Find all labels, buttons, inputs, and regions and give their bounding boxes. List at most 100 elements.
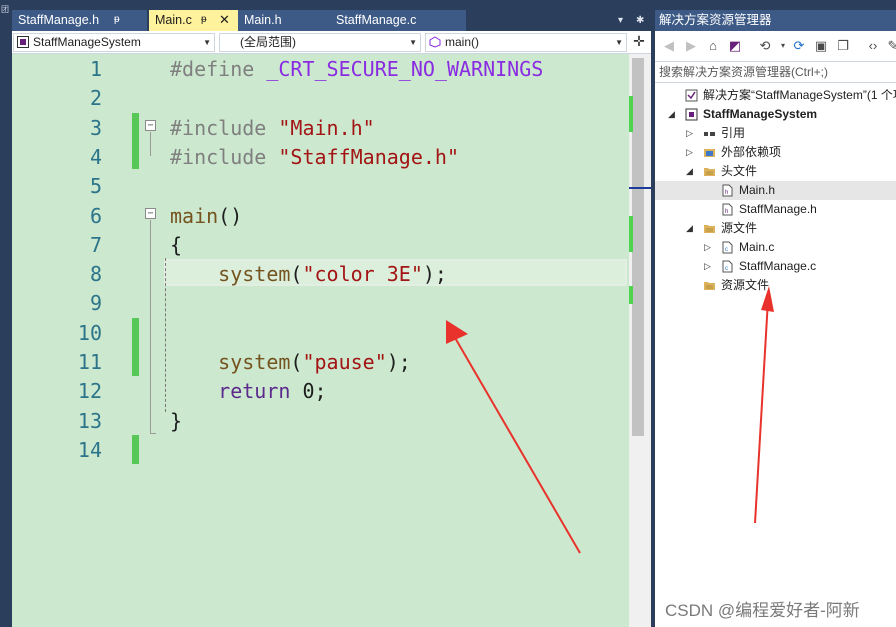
split-window-button[interactable]: ✛: [629, 33, 649, 52]
vertical-scrollbar[interactable]: [629, 54, 651, 627]
close-icon[interactable]: ✕: [219, 10, 230, 30]
code-line[interactable]: [38, 172, 628, 201]
code-line[interactable]: system("color 3E");: [38, 260, 628, 289]
tree-item[interactable]: 解决方案“StaffManageSystem”(1 个项: [655, 86, 896, 105]
chevron-down-icon: ▼: [615, 38, 623, 47]
code-line[interactable]: #include "Main.h": [38, 114, 628, 143]
scroll-change-mark: [629, 96, 633, 132]
pin-icon[interactable]: ᵽ: [201, 10, 207, 30]
chevron-down-icon[interactable]: ▾: [775, 38, 791, 54]
code-line[interactable]: {: [38, 231, 628, 260]
chevron-down-icon: ▼: [409, 38, 417, 47]
code-token: 0;: [302, 379, 327, 404]
code-line[interactable]: [38, 289, 628, 318]
expand-icon[interactable]: ◢: [686, 219, 693, 238]
code-line[interactable]: [38, 84, 628, 113]
solution-search-input[interactable]: 搜索解决方案资源管理器(Ctrl+;): [655, 61, 896, 83]
collapse-icon[interactable]: −: [145, 208, 156, 219]
tree-item[interactable]: ◢ StaffManageSystem: [655, 105, 896, 124]
code-line[interactable]: }: [38, 407, 628, 436]
code-text: return 0;: [170, 377, 327, 406]
code-view-icon[interactable]: ‹›: [865, 38, 881, 54]
home-icon[interactable]: ⌂: [705, 38, 721, 54]
tab-main-c[interactable]: Main.c ᵽ ✕: [149, 10, 238, 31]
code-line[interactable]: [38, 436, 628, 465]
code-token: system: [218, 350, 291, 374]
code-line[interactable]: #define _CRT_SECURE_NO_WARNINGS: [38, 55, 628, 84]
tab-dropdown-icon[interactable]: ▾: [618, 10, 623, 31]
code-line[interactable]: [38, 319, 628, 348]
code-token: "pause": [302, 350, 387, 374]
code-token: #define: [170, 57, 267, 81]
collapse-icon[interactable]: −: [145, 120, 156, 131]
solution-explorer-toolbar: ◀ ▶ ⌂ ◩ ⟲ ▾ ⟳ ▣ ❐ ‹› ✎: [655, 31, 896, 61]
change-bar: [132, 435, 139, 464]
refresh-icon[interactable]: ⟳: [791, 38, 807, 54]
expand-icon[interactable]: ▷: [704, 238, 711, 257]
project-dropdown[interactable]: StaffManageSystem ▼: [13, 33, 215, 52]
code-line[interactable]: #include "StaffManage.h": [38, 143, 628, 172]
tree-item[interactable]: ▷ c Main.c: [655, 238, 896, 257]
cfile-icon: c: [722, 260, 733, 273]
scrollbar-thumb[interactable]: [632, 58, 644, 436]
tab-main-h[interactable]: Main.h: [238, 10, 330, 31]
gear-icon[interactable]: ✱: [636, 10, 644, 31]
tree-item-label: 解决方案“StaffManageSystem”(1 个项: [703, 88, 896, 102]
code-editor[interactable]: 1 #define _CRT_SECURE_NO_WARNINGS 2 3 #inclu…: [12, 54, 651, 627]
tree-item[interactable]: ▷ 外部依赖项: [655, 143, 896, 162]
tab-staffmanage-h[interactable]: StaffManage.h ᵽ: [12, 10, 147, 31]
code-token: (: [290, 262, 303, 287]
tab-label: StaffManage.h: [18, 13, 100, 27]
scope-dropdown-value: (全局范围): [240, 35, 296, 49]
vs-icon[interactable]: ◩: [727, 38, 743, 54]
project-icon: [17, 36, 29, 48]
tab-staffmanage-c[interactable]: StaffManage.c: [330, 10, 466, 31]
code-token: (): [218, 203, 243, 228]
code-token: system: [218, 262, 291, 287]
code-text: system("color 3E");: [170, 260, 447, 289]
code-token: "StaffManage.h": [278, 144, 459, 169]
code-token: #include: [170, 115, 279, 140]
member-dropdown-value: main(): [445, 35, 480, 49]
tree-item[interactable]: ▷ c StaffManage.c: [655, 257, 896, 276]
fold-line: [150, 433, 156, 434]
code-token: "color 3E": [302, 262, 423, 287]
project-dropdown-value: StaffManageSystem: [33, 35, 141, 49]
tree-item-label: 头文件: [721, 164, 758, 178]
code-text: system("pause");: [170, 348, 411, 377]
tab-label: Main.h: [244, 13, 282, 27]
tree-item[interactable]: ◢ 源文件: [655, 219, 896, 238]
collapse-all-icon[interactable]: ▣: [813, 38, 829, 54]
folder-icon: [704, 225, 715, 233]
expand-icon[interactable]: ▷: [704, 257, 711, 276]
svg-text:h: h: [725, 190, 728, 196]
pin-icon[interactable]: ᵽ: [114, 10, 120, 30]
code-line[interactable]: system("pause");: [38, 348, 628, 377]
code-token: }: [170, 408, 183, 433]
tree-item[interactable]: ▷ 引用: [655, 124, 896, 143]
expand-icon[interactable]: ▷: [686, 143, 693, 162]
code-token: _CRT_SECURE_NO_WARNINGS: [266, 57, 544, 81]
history-icon[interactable]: ⟲: [757, 38, 773, 54]
tree-item[interactable]: h StaffManage.h: [655, 200, 896, 219]
expand-icon[interactable]: ◢: [686, 162, 693, 181]
scope-dropdown[interactable]: (全局范围) ▼: [219, 33, 421, 52]
code-line[interactable]: return 0;: [38, 377, 628, 406]
scroll-change-mark: [629, 216, 633, 252]
forward-icon[interactable]: ▶: [683, 38, 699, 54]
tree-item[interactable]: ◢ 头文件: [655, 162, 896, 181]
expand-icon[interactable]: ◢: [668, 105, 675, 124]
show-all-files-icon[interactable]: ❐: [835, 38, 851, 54]
tree-item[interactable]: h Main.h: [655, 181, 896, 200]
solution-tree: 解决方案“StaffManageSystem”(1 个项 ◢ StaffManage…: [655, 86, 896, 627]
wrench-icon[interactable]: ✎: [885, 38, 896, 54]
method-icon: [429, 36, 441, 48]
code-line[interactable]: main(): [38, 202, 628, 231]
member-dropdown[interactable]: main() ▼: [425, 33, 627, 52]
left-tool-strip[interactable]: 团: [0, 0, 12, 627]
expand-icon[interactable]: ▷: [686, 124, 693, 143]
change-bar: [132, 318, 139, 376]
tree-item[interactable]: 资源文件: [655, 276, 896, 295]
back-icon[interactable]: ◀: [661, 38, 677, 54]
